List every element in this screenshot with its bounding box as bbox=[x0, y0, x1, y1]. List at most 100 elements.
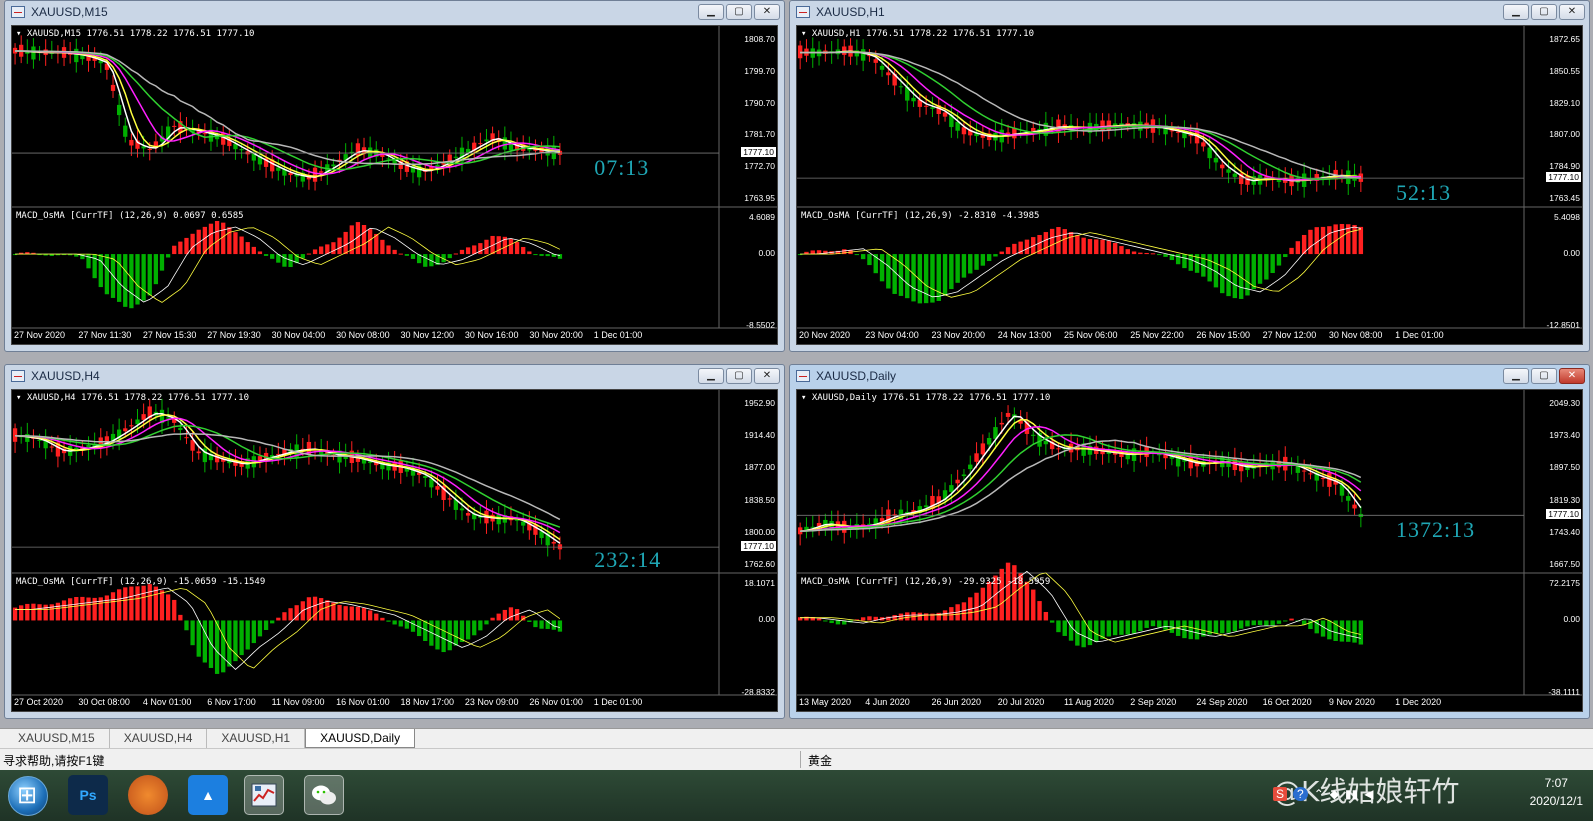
close-button[interactable]: ✕ bbox=[754, 368, 780, 384]
title-bar[interactable]: XAUUSD,H1 ▁ ▢ ✕ bbox=[790, 1, 1589, 23]
tray-expand-icon[interactable]: ⌃ bbox=[1314, 787, 1324, 801]
macd-bar bbox=[263, 254, 269, 256]
macd-bar bbox=[214, 220, 220, 255]
price-axis-label: 1784.90 bbox=[1549, 161, 1580, 172]
tab-xauusd-m15[interactable]: XAUUSD,M15 bbox=[4, 729, 110, 748]
candle-body bbox=[202, 133, 207, 135]
macd-bar bbox=[1125, 249, 1130, 255]
candle-body bbox=[465, 512, 471, 516]
macd-bar bbox=[441, 620, 446, 653]
macd-bar bbox=[961, 254, 967, 278]
macd-bar bbox=[1276, 254, 1282, 266]
candle-body bbox=[423, 476, 428, 478]
macd-bar bbox=[936, 254, 941, 301]
price-chart[interactable]: ▾ XAUUSD,M15 1776.51 1778.22 1776.51 177… bbox=[11, 25, 778, 345]
macd-bar bbox=[1106, 240, 1112, 255]
chart-window-h4[interactable]: XAUUSD,H4 ▁ ▢ ✕ ▾ XAUUSD,H4 1776.51 1778… bbox=[4, 364, 785, 719]
ma-magenta-line bbox=[800, 51, 1361, 181]
macd-bar bbox=[61, 600, 67, 621]
macd-bar bbox=[172, 599, 177, 621]
macd-bar bbox=[257, 251, 263, 255]
ma-silver-line bbox=[800, 439, 1362, 532]
price-chart[interactable]: ▾ XAUUSD,H4 1776.51 1778.22 1776.51 1777… bbox=[11, 389, 778, 712]
macd-bar bbox=[55, 602, 61, 621]
candle-body bbox=[1056, 448, 1061, 450]
minimize-button[interactable]: ▁ bbox=[1503, 368, 1529, 384]
chart-tabs: XAUUSD,M15 XAUUSD,H4 XAUUSD,H1 XAUUSD,Da… bbox=[0, 728, 1593, 748]
macd-bar bbox=[810, 250, 815, 255]
foxmail-icon[interactable] bbox=[128, 775, 168, 815]
macd-bar bbox=[337, 237, 342, 255]
metatrader-icon[interactable] bbox=[244, 775, 284, 815]
macd-bar bbox=[398, 620, 403, 627]
sogou-ime-icon[interactable]: S bbox=[1273, 787, 1288, 801]
candle-body bbox=[1308, 473, 1313, 475]
macd-bar bbox=[447, 620, 452, 651]
price-chart[interactable]: ▾ XAUUSD,Daily 1776.51 1778.22 1776.51 1… bbox=[796, 389, 1583, 712]
macd-bar bbox=[496, 613, 501, 621]
candle-body bbox=[1301, 470, 1307, 472]
price-axis-label: 1807.00 bbox=[1549, 129, 1580, 140]
ma-green-line bbox=[800, 434, 1362, 532]
minimize-button[interactable]: ▁ bbox=[698, 4, 724, 20]
close-button[interactable]: ✕ bbox=[754, 4, 780, 20]
clock-time: 7:07 bbox=[1544, 776, 1568, 790]
macd-bar bbox=[1005, 562, 1011, 621]
title-bar[interactable]: XAUUSD,Daily ▁ ▢ ✕ bbox=[790, 365, 1589, 387]
candle-body bbox=[147, 148, 152, 150]
network-icon[interactable]: ▮▮ bbox=[1345, 787, 1358, 801]
symbol-quote-info: ▾ XAUUSD,H1 1776.51 1778.22 1776.51 1777… bbox=[801, 29, 1034, 39]
macd-bar bbox=[923, 254, 929, 304]
close-button[interactable]: ✕ bbox=[1559, 4, 1585, 20]
macd-bar bbox=[898, 254, 904, 296]
time-axis-label: 4 Nov 01:00 bbox=[142, 697, 192, 707]
help-icon[interactable]: ? bbox=[1293, 787, 1308, 801]
ma-yellow-line bbox=[800, 50, 1361, 182]
macd-bar bbox=[1251, 254, 1256, 290]
maximize-button[interactable]: ▢ bbox=[726, 368, 752, 384]
photoshop-icon[interactable]: Ps bbox=[68, 775, 108, 815]
macd-bar bbox=[312, 596, 318, 621]
maximize-button[interactable]: ▢ bbox=[1531, 368, 1557, 384]
ma-white-line bbox=[15, 412, 561, 544]
macd-indicator-label: MACD_OsMA [CurrTF] (12,26,9) 0.0697 0.65… bbox=[16, 211, 244, 221]
candle-body bbox=[1232, 173, 1238, 177]
candle-body bbox=[386, 158, 391, 160]
chart-window-h1[interactable]: XAUUSD,H1 ▁ ▢ ✕ ▾ XAUUSD,H1 1776.51 1778… bbox=[789, 0, 1590, 352]
minimize-button[interactable]: ▁ bbox=[1503, 4, 1529, 20]
system-clock[interactable]: 7:07 2020/12/1 bbox=[1530, 774, 1583, 810]
lanhu-icon[interactable]: ▲ bbox=[188, 775, 228, 815]
macd-bar bbox=[508, 238, 514, 255]
price-axis-label: 1762.60 bbox=[744, 559, 775, 569]
macd-bar bbox=[539, 254, 544, 256]
title-bar[interactable]: XAUUSD,H4 ▁ ▢ ✕ bbox=[5, 365, 784, 387]
chart-window-m15[interactable]: XAUUSD,M15 ▁ ▢ ✕ ▾ XAUUSD,M15 1776.51 17… bbox=[4, 0, 785, 352]
candle-body bbox=[1100, 120, 1105, 132]
close-button[interactable]: ✕ bbox=[1559, 368, 1585, 384]
chart-window-daily[interactable]: XAUUSD,Daily ▁ ▢ ✕ ▾ XAUUSD,Daily 1776.5… bbox=[789, 364, 1590, 719]
windows-taskbar: Ps ▲ @K线姑娘轩竹 S ? ⌃ ◆ ▮▮ ◀ 7:07 2020/12/1 bbox=[0, 770, 1593, 821]
title-bar[interactable]: XAUUSD,M15 ▁ ▢ ✕ bbox=[5, 1, 784, 23]
time-axis-label: 27 Oct 2020 bbox=[14, 697, 64, 707]
candle-body bbox=[930, 107, 935, 109]
volume-icon[interactable]: ◀ bbox=[1364, 787, 1373, 801]
macd-bar bbox=[465, 620, 471, 640]
macd-bar bbox=[1049, 620, 1055, 623]
tab-xauusd-h1[interactable]: XAUUSD,H1 bbox=[207, 729, 306, 748]
price-chart[interactable]: ▾ XAUUSD,H1 1776.51 1778.22 1776.51 1777… bbox=[796, 25, 1583, 345]
macd-bar bbox=[1276, 620, 1282, 624]
candle-body bbox=[484, 139, 489, 142]
start-button[interactable] bbox=[8, 776, 48, 816]
tab-xauusd-h4[interactable]: XAUUSD,H4 bbox=[110, 729, 208, 748]
wechat-icon[interactable] bbox=[304, 775, 344, 815]
macd-bar bbox=[270, 254, 275, 259]
maximize-button[interactable]: ▢ bbox=[1531, 4, 1557, 20]
macd-bar bbox=[1087, 239, 1093, 255]
macd-bar bbox=[98, 254, 103, 288]
maximize-button[interactable]: ▢ bbox=[726, 4, 752, 20]
candle-body bbox=[886, 72, 891, 76]
status-divider bbox=[800, 751, 801, 768]
minimize-button[interactable]: ▁ bbox=[698, 368, 724, 384]
tab-xauusd-daily[interactable]: XAUUSD,Daily bbox=[305, 729, 416, 748]
shield-icon[interactable]: ◆ bbox=[1330, 787, 1339, 801]
